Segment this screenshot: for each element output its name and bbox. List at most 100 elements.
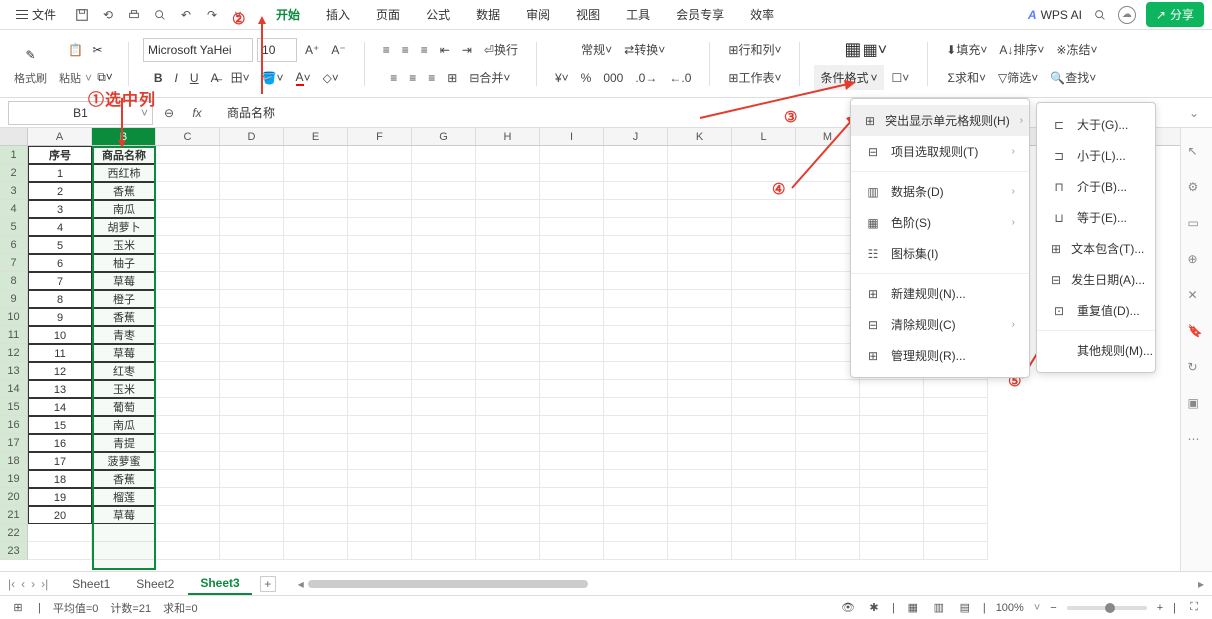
cell[interactable]: 13	[28, 380, 92, 398]
bookmark-rail-icon[interactable]: 🔖	[1188, 324, 1206, 342]
status-mode-icon[interactable]: ⊞	[10, 600, 26, 616]
row-header[interactable]: 7	[0, 254, 28, 272]
cell[interactable]	[732, 146, 796, 164]
cell[interactable]	[156, 290, 220, 308]
cell[interactable]	[412, 542, 476, 560]
cell[interactable]	[92, 542, 156, 560]
cell[interactable]	[156, 434, 220, 452]
submenu-less[interactable]: ⊐小于(L)...	[1037, 140, 1155, 171]
cell[interactable]	[476, 290, 540, 308]
sheet-nav-prev[interactable]: ‹	[21, 577, 25, 591]
cell[interactable]	[220, 272, 284, 290]
cell[interactable]	[540, 542, 604, 560]
cell[interactable]	[284, 524, 348, 542]
cell[interactable]	[476, 182, 540, 200]
wps-ai-button[interactable]: A WPS AI	[1028, 8, 1082, 22]
cell[interactable]	[604, 344, 668, 362]
cell[interactable]: 南瓜	[92, 416, 156, 434]
row-header[interactable]: 5	[0, 218, 28, 236]
tab-formula[interactable]: 公式	[414, 0, 462, 29]
cell[interactable]	[604, 542, 668, 560]
cell[interactable]	[348, 290, 412, 308]
cell[interactable]	[476, 272, 540, 290]
cell[interactable]	[540, 182, 604, 200]
border-button[interactable]: 田˅	[227, 67, 254, 88]
bold-button[interactable]: B	[150, 69, 167, 87]
cell[interactable]	[284, 308, 348, 326]
cell[interactable]	[220, 326, 284, 344]
tab-start[interactable]: 开始	[264, 0, 312, 29]
cell[interactable]: 2	[28, 182, 92, 200]
find-button[interactable]: 🔍 查找˅	[1046, 67, 1100, 88]
cell[interactable]	[860, 524, 924, 542]
increase-decimal-button[interactable]: .0→	[631, 69, 661, 87]
cell[interactable]	[220, 452, 284, 470]
cloud-icon[interactable]: ☁	[1118, 6, 1136, 24]
fill-button[interactable]: ⬇ 填充˅	[942, 39, 991, 60]
cell[interactable]	[348, 218, 412, 236]
row-header[interactable]: 18	[0, 452, 28, 470]
cell[interactable]: 西红柿	[92, 164, 156, 182]
cell[interactable]	[668, 488, 732, 506]
cell[interactable]	[604, 380, 668, 398]
col-header-E[interactable]: E	[284, 128, 348, 145]
cell[interactable]	[412, 380, 476, 398]
cell[interactable]	[412, 506, 476, 524]
italic-button[interactable]: I	[171, 69, 182, 87]
cell[interactable]	[220, 308, 284, 326]
col-header-B[interactable]: B	[92, 128, 156, 145]
cell[interactable]	[924, 416, 988, 434]
cell[interactable]: 葡萄	[92, 398, 156, 416]
row-header[interactable]: 4	[0, 200, 28, 218]
sheet-nav-first[interactable]: |‹	[8, 577, 15, 591]
cell[interactable]	[220, 434, 284, 452]
cell[interactable]	[412, 146, 476, 164]
cell[interactable]	[156, 344, 220, 362]
cell[interactable]	[220, 344, 284, 362]
cell[interactable]	[668, 380, 732, 398]
cell[interactable]: 序号	[28, 146, 92, 164]
menu-color-scales[interactable]: ▦色阶(S)›	[851, 207, 1029, 238]
cell[interactable]	[476, 254, 540, 272]
cell[interactable]: 菠萝蜜	[92, 452, 156, 470]
cell[interactable]: 18	[28, 470, 92, 488]
cell[interactable]	[732, 452, 796, 470]
cell[interactable]	[348, 506, 412, 524]
cell[interactable]	[348, 380, 412, 398]
search-icon[interactable]	[1092, 7, 1108, 23]
cell[interactable]	[668, 416, 732, 434]
menu-highlight-rules[interactable]: ⊞突出显示单元格规则(H)›	[851, 105, 1029, 136]
number-format-select[interactable]: 常规 ˅	[577, 39, 616, 60]
cell[interactable]	[412, 254, 476, 272]
cell[interactable]	[220, 524, 284, 542]
cell[interactable]	[604, 416, 668, 434]
cell[interactable]	[412, 326, 476, 344]
row-header[interactable]: 9	[0, 290, 28, 308]
cell[interactable]	[732, 308, 796, 326]
col-header-L[interactable]: L	[732, 128, 796, 145]
focus-icon[interactable]: ✱	[866, 600, 882, 616]
cell[interactable]	[732, 290, 796, 308]
tab-page[interactable]: 页面	[364, 0, 412, 29]
indent-right-button[interactable]: ⇥	[458, 41, 476, 59]
cell[interactable]	[540, 146, 604, 164]
cell[interactable]: 17	[28, 452, 92, 470]
cell[interactable]: 青枣	[92, 326, 156, 344]
cell[interactable]: 15	[28, 416, 92, 434]
cell[interactable]	[476, 488, 540, 506]
cell[interactable]: 草莓	[92, 272, 156, 290]
cell[interactable]	[540, 488, 604, 506]
clear-format-button[interactable]: ◇˅	[319, 69, 343, 87]
worksheet-button[interactable]: ⊞ 工作表˅	[724, 67, 785, 88]
decrease-decimal-button[interactable]: ←.0	[665, 69, 695, 87]
cell[interactable]	[732, 344, 796, 362]
cell[interactable]	[412, 200, 476, 218]
cell[interactable]	[412, 398, 476, 416]
col-header-A[interactable]: A	[28, 128, 92, 145]
sheet-tab-2[interactable]: Sheet2	[124, 574, 186, 594]
cell[interactable]	[348, 362, 412, 380]
freeze-button[interactable]: ※ 冻结˅	[1052, 39, 1101, 60]
cell[interactable]	[668, 344, 732, 362]
col-header-F[interactable]: F	[348, 128, 412, 145]
view-break-icon[interactable]: ▤	[957, 600, 973, 616]
